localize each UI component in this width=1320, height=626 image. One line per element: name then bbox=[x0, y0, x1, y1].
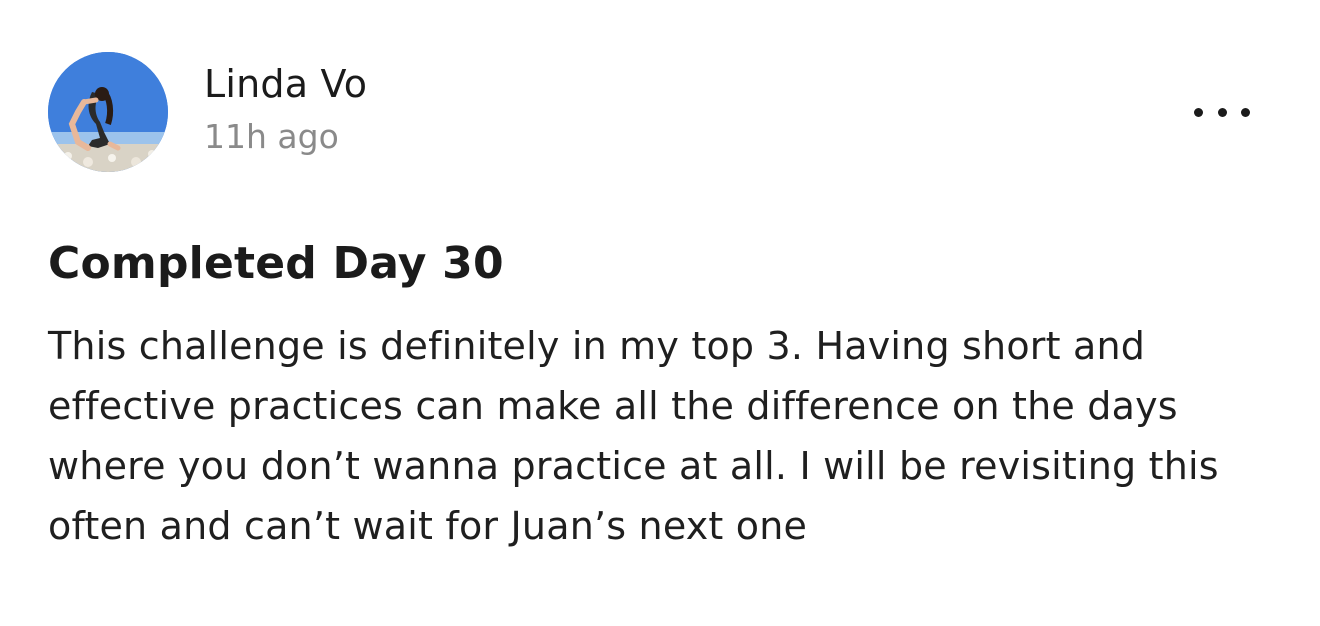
post-header: Linda Vo 11h ago bbox=[48, 52, 1272, 174]
more-horizontal-icon bbox=[1217, 107, 1227, 117]
user-meta: Linda Vo 11h ago bbox=[204, 52, 367, 156]
more-horizontal-icon bbox=[1194, 107, 1203, 117]
post-title: Completed Day 30 bbox=[48, 238, 504, 289]
avatar-image-icon bbox=[48, 52, 168, 172]
author-name[interactable]: Linda Vo bbox=[204, 62, 367, 106]
avatar[interactable] bbox=[48, 52, 168, 172]
more-options-button[interactable] bbox=[1194, 96, 1250, 128]
post-card: Linda Vo 11h ago Completed Day 30 This c… bbox=[0, 0, 1320, 626]
more-horizontal-icon bbox=[1241, 107, 1250, 117]
post-timestamp: 11h ago bbox=[204, 117, 339, 156]
post-body: This challenge is definitely in my top 3… bbox=[48, 324, 1219, 548]
